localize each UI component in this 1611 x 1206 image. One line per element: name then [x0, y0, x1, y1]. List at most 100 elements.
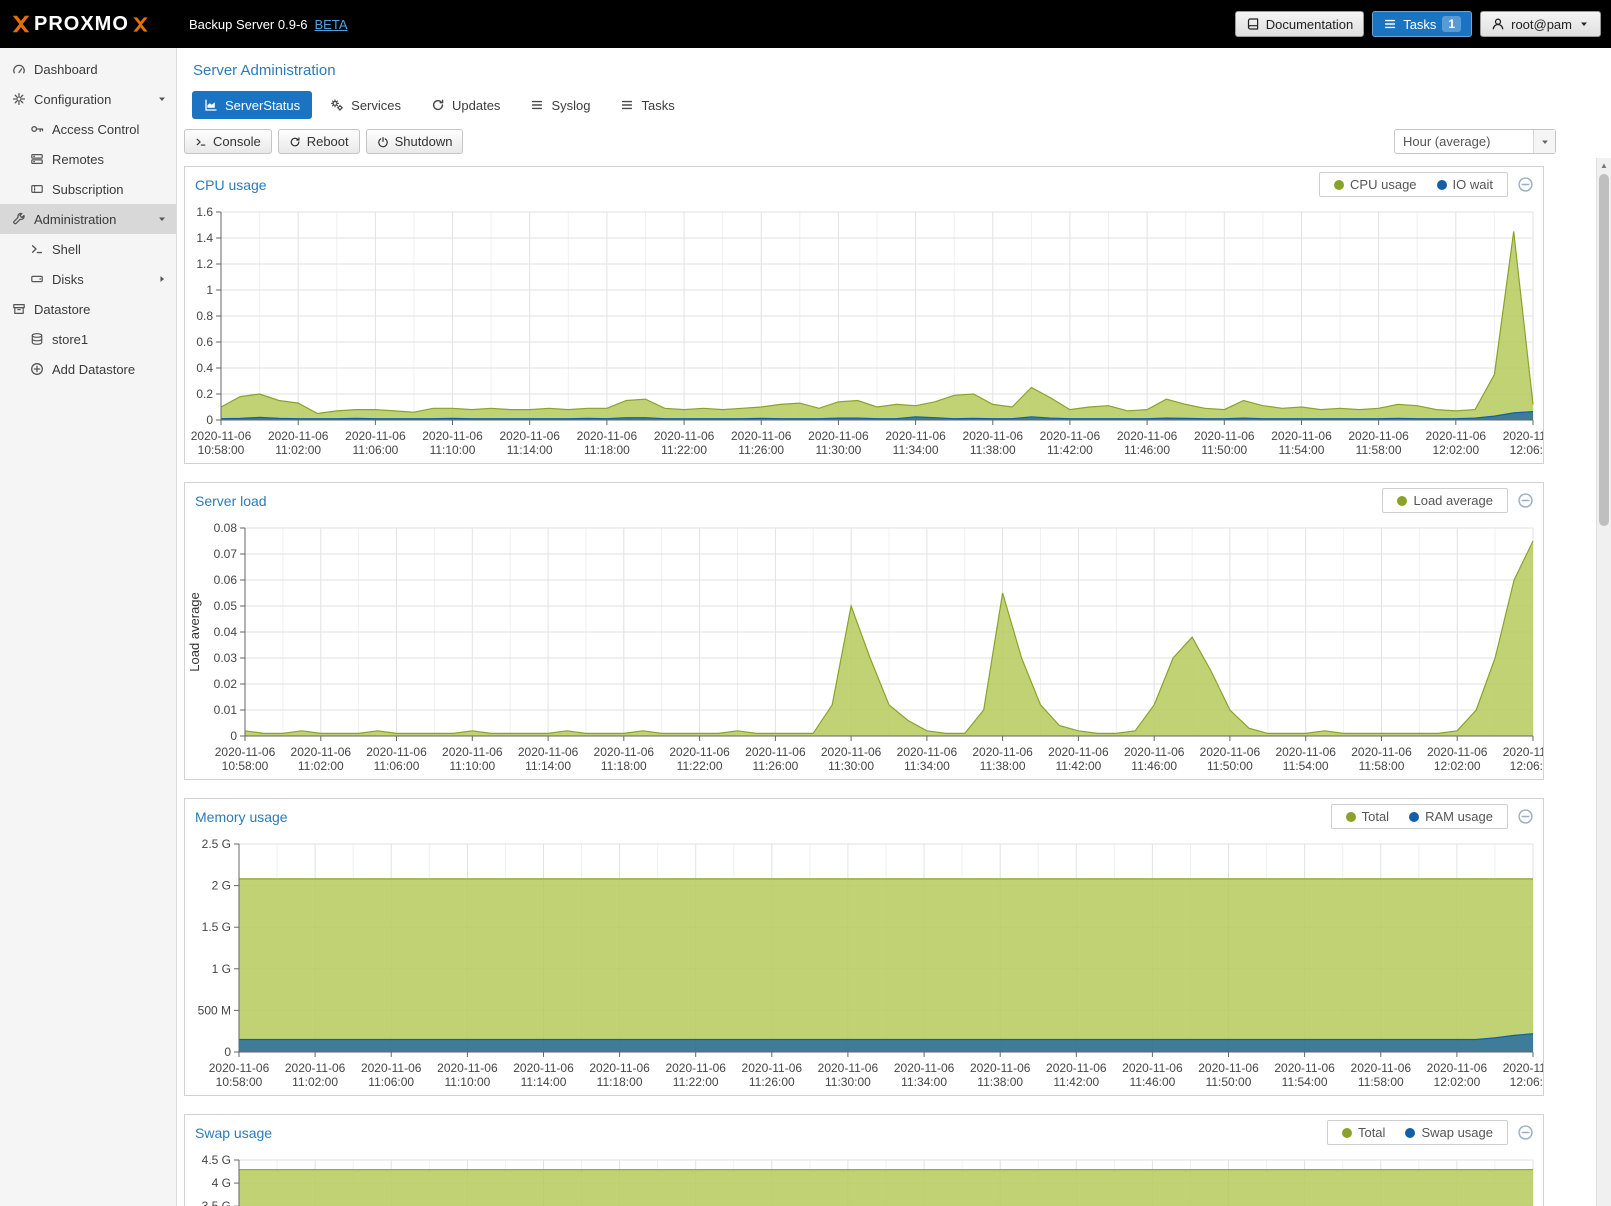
- collapse-panel-button[interactable]: [1517, 808, 1535, 826]
- svg-text:1.5 G: 1.5 G: [202, 920, 231, 934]
- tab-label: Services: [351, 98, 401, 113]
- svg-text:11:42:00: 11:42:00: [1053, 1075, 1099, 1089]
- svg-text:10:58:00: 10:58:00: [222, 759, 269, 773]
- legend-label: Total: [1358, 1125, 1385, 1140]
- legend-item: Total: [1346, 809, 1389, 824]
- svg-text:11:10:00: 11:10:00: [449, 759, 495, 773]
- sidebar-item-subscription[interactable]: Subscription: [0, 174, 176, 204]
- minus-circle-icon: [1517, 808, 1534, 825]
- sidebar-item-shell[interactable]: Shell: [0, 234, 176, 264]
- tab-services[interactable]: Services: [318, 91, 413, 119]
- sidebar-item-store1[interactable]: store1: [0, 324, 176, 354]
- svg-text:1.6: 1.6: [196, 205, 213, 219]
- legend-item: CPU usage: [1334, 177, 1416, 192]
- svg-text:12:06:00: 12:06:00: [1510, 443, 1543, 457]
- chart-legend: Load average: [1382, 488, 1508, 513]
- combo-trigger[interactable]: [1533, 130, 1555, 153]
- svg-text:12:06:00: 12:06:00: [1510, 1075, 1543, 1089]
- vertical-scrollbar[interactable]: ▲: [1596, 158, 1611, 1206]
- sidebar-item-label: Shell: [52, 242, 81, 257]
- sidebar-item-remotes[interactable]: Remotes: [0, 144, 176, 174]
- collapse-panel-button[interactable]: [1517, 492, 1535, 510]
- svg-text:4.5 G: 4.5 G: [202, 1153, 231, 1167]
- svg-text:2020-11-06: 2020-11-06: [215, 745, 276, 759]
- collapse-panel-button[interactable]: [1517, 176, 1535, 194]
- status-toolbar: Console Reboot Shutdown Hour (average): [184, 129, 1556, 154]
- archive-box-icon: [12, 302, 26, 316]
- svg-text:2020-11-06: 2020-11-06: [291, 745, 352, 759]
- svg-text:2020-11-06: 2020-11-06: [1426, 429, 1487, 443]
- database-icon: [30, 332, 44, 346]
- tab-syslog[interactable]: Syslog: [518, 91, 602, 119]
- svg-text:11:26:00: 11:26:00: [749, 1075, 795, 1089]
- svg-text:2020-11-06: 2020-11-06: [745, 745, 806, 759]
- legend-item: IO wait: [1437, 177, 1493, 192]
- svg-text:2020-11-06: 2020-11-06: [808, 429, 869, 443]
- collapse-panel-button[interactable]: [1517, 1124, 1535, 1142]
- svg-text:12:02:00: 12:02:00: [1434, 759, 1481, 773]
- scrollbar-thumb[interactable]: [1599, 174, 1609, 526]
- svg-text:11:18:00: 11:18:00: [601, 759, 647, 773]
- sidebar-item-configuration[interactable]: Configuration: [0, 84, 176, 114]
- sidebar-item-datastore[interactable]: Datastore: [0, 294, 176, 324]
- svg-text:2020-11-06: 2020-11-06: [361, 1061, 422, 1075]
- sidebar-item-disks[interactable]: Disks: [0, 264, 176, 294]
- svg-text:2020-11-06: 2020-11-06: [1348, 429, 1409, 443]
- tasks-list-icon: [620, 98, 634, 112]
- ticket-icon: [30, 182, 44, 196]
- svg-text:500 M: 500 M: [198, 1003, 231, 1017]
- svg-text:0.04: 0.04: [214, 625, 238, 639]
- console-button[interactable]: Console: [184, 129, 272, 154]
- minus-circle-icon: [1517, 492, 1534, 509]
- sidebar-item-label: Add Datastore: [52, 362, 135, 377]
- sidebar-item-label: Dashboard: [34, 62, 98, 77]
- sidebar-item-label: Disks: [52, 272, 84, 287]
- sidebar-item-label: store1: [52, 332, 88, 347]
- tab-updates[interactable]: Updates: [419, 91, 512, 119]
- tab-label: Syslog: [551, 98, 590, 113]
- sidebar-item-dashboard[interactable]: Dashboard: [0, 54, 176, 84]
- svg-text:2020-11-06: 2020-11-06: [1427, 1061, 1488, 1075]
- tab-tasks[interactable]: Tasks: [608, 91, 686, 119]
- tab-serverstatus[interactable]: ServerStatus: [192, 91, 312, 119]
- tasks-button[interactable]: Tasks 1: [1372, 11, 1472, 37]
- book-icon: [1246, 17, 1260, 31]
- chevron-down-icon: [156, 213, 168, 225]
- svg-text:11:34:00: 11:34:00: [893, 443, 939, 457]
- svg-text:2020-11-06: 2020-11-06: [1124, 745, 1185, 759]
- scroll-up-button[interactable]: ▲: [1597, 158, 1611, 172]
- svg-text:2020-11-06: 2020-11-06: [594, 745, 655, 759]
- svg-text:11:06:00: 11:06:00: [374, 759, 420, 773]
- server-icon: [30, 152, 44, 166]
- svg-text:2020-11-06: 2020-11-06: [1198, 1061, 1259, 1075]
- svg-text:11:14:00: 11:14:00: [507, 443, 553, 457]
- documentation-button[interactable]: Documentation: [1235, 11, 1364, 37]
- reboot-button[interactable]: Reboot: [278, 129, 360, 154]
- page-title: Server Administration: [177, 48, 1611, 79]
- sidebar-item-add-datastore[interactable]: Add Datastore: [0, 354, 176, 384]
- svg-text:11:42:00: 11:42:00: [1047, 443, 1093, 457]
- svg-text:4 G: 4 G: [212, 1176, 231, 1190]
- shutdown-button[interactable]: Shutdown: [366, 129, 464, 154]
- svg-text:2020-11-06: 2020-11-06: [345, 429, 406, 443]
- svg-text:11:34:00: 11:34:00: [901, 1075, 947, 1089]
- sidebar-item-access-control[interactable]: Access Control: [0, 114, 176, 144]
- svg-text:2020-11-06: 2020-11-06: [513, 1061, 574, 1075]
- legend-marker: [1342, 1128, 1352, 1138]
- svg-text:11:38:00: 11:38:00: [970, 443, 1016, 457]
- memory-usage-chart: 0500 M1 G1.5 G2 G2.5 G2020-11-0610:58:00…: [185, 834, 1543, 1095]
- timeframe-select[interactable]: Hour (average): [1394, 129, 1556, 154]
- svg-text:2020-11-06: 2020-11-06: [1427, 745, 1488, 759]
- svg-text:2020-11-06: 2020-11-06: [742, 1061, 803, 1075]
- plus-circle-icon: [30, 362, 44, 376]
- user-menu-button[interactable]: root@pam: [1480, 11, 1601, 37]
- documentation-label: Documentation: [1266, 17, 1353, 32]
- sidebar-item-administration[interactable]: Administration: [0, 204, 176, 234]
- svg-text:12:06:00: 12:06:00: [1510, 759, 1543, 773]
- legend-label: RAM usage: [1425, 809, 1493, 824]
- svg-text:2.5 G: 2.5 G: [202, 837, 231, 851]
- svg-text:0.2: 0.2: [196, 387, 213, 401]
- beta-link[interactable]: BETA: [315, 17, 348, 32]
- svg-text:0.6: 0.6: [196, 335, 213, 349]
- legend-marker: [1397, 496, 1407, 506]
